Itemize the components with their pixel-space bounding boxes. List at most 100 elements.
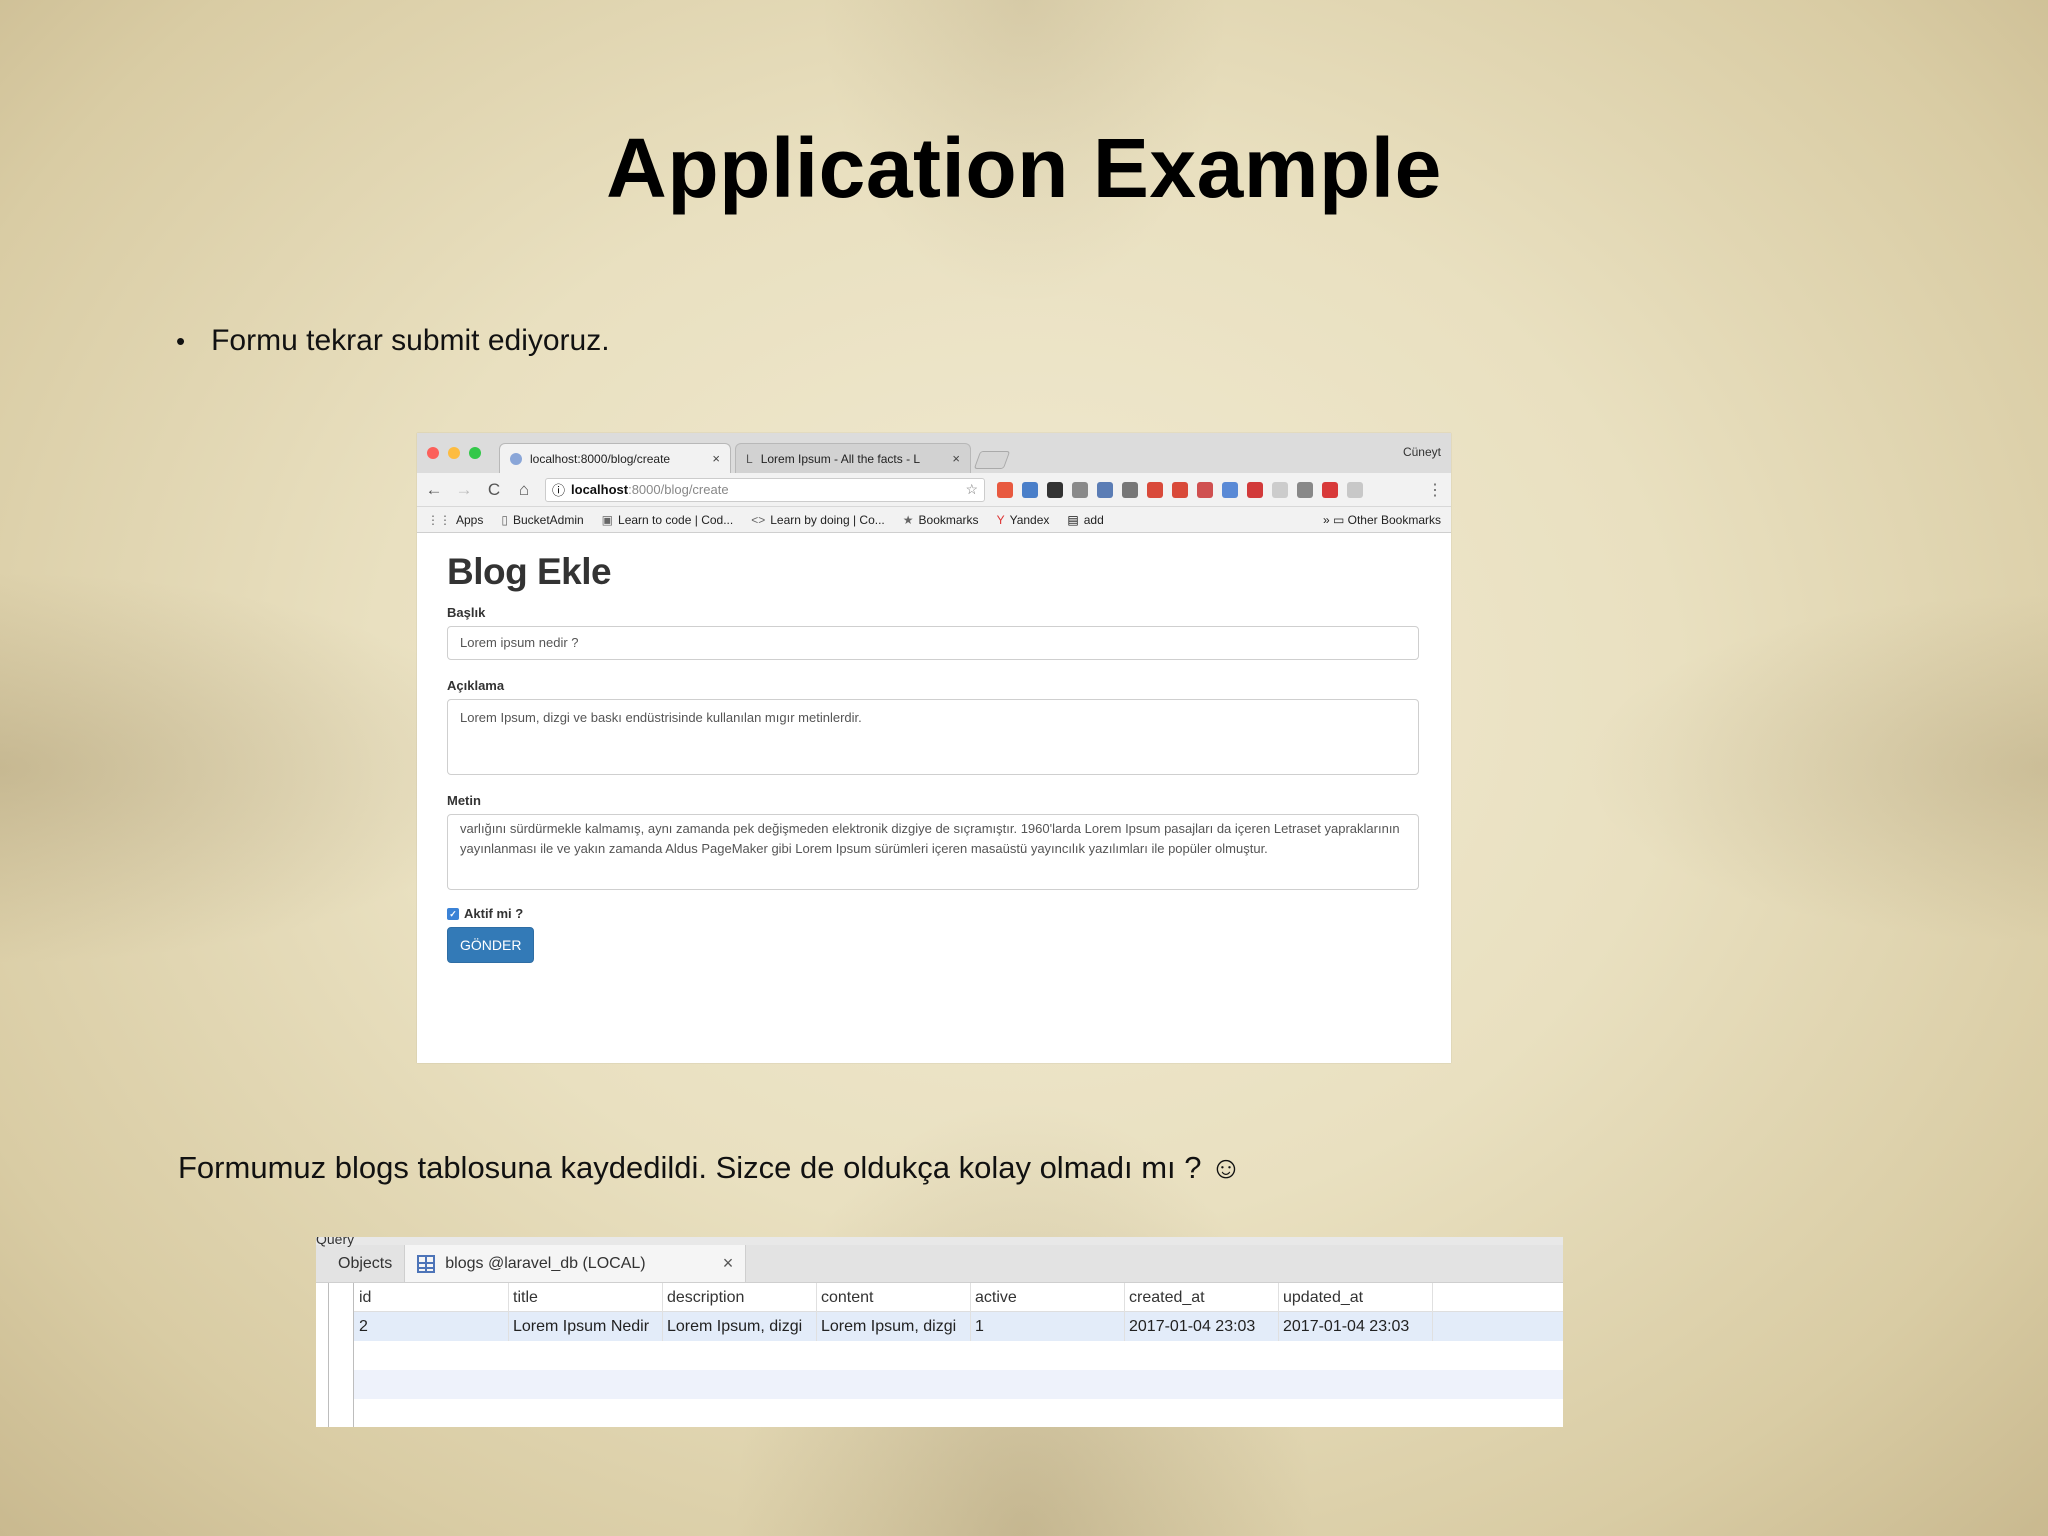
globe-icon — [510, 452, 522, 465]
column-header[interactable]: content — [817, 1282, 971, 1312]
bookmark-star-icon[interactable]: ☆ — [965, 481, 978, 498]
extension-icon[interactable] — [1147, 481, 1163, 498]
extension-icon[interactable] — [1347, 481, 1363, 498]
bookmark-label: Learn to code | Cod... — [618, 512, 734, 527]
close-tab-icon[interactable]: × — [952, 451, 960, 466]
title-input[interactable]: Lorem ipsum nedir ? — [447, 626, 1419, 660]
extension-icons — [997, 481, 1363, 498]
yandex-icon: Y — [996, 512, 1005, 527]
extension-icon[interactable] — [1247, 481, 1263, 498]
tab-lorem-ipsum[interactable]: L Lorem Ipsum - All the facts - L × — [735, 443, 971, 473]
column-header[interactable]: id — [355, 1282, 509, 1312]
submit-button[interactable]: GÖNDER — [447, 927, 535, 963]
codecademy-icon: ▣ — [601, 512, 614, 527]
table-row[interactable]: 2 Lorem Ipsum Nedir Lorem Ipsum, dizgi L… — [316, 1312, 1563, 1341]
browser-tabbar: localhost:8000/blog/create × L Lorem Ips… — [417, 433, 1451, 473]
active-label: Aktif mi ? — [464, 906, 524, 921]
bookmark-yandex[interactable]: Y Yandex — [997, 513, 1050, 527]
query-strip: Query — [316, 1237, 1563, 1247]
table-tab-label: blogs @laravel_db (LOCAL) — [445, 1254, 646, 1272]
extension-icon[interactable] — [1222, 481, 1238, 498]
extension-icon[interactable] — [1272, 481, 1288, 498]
database-window: Query Objects blogs @laravel_db (LOCAL) … — [316, 1237, 1563, 1427]
extension-icon[interactable] — [1322, 481, 1338, 498]
extension-icon[interactable] — [997, 481, 1013, 498]
tab-objects[interactable]: Objects — [326, 1245, 404, 1282]
table-icon — [417, 1254, 436, 1273]
bookmark-learn-by-doing[interactable]: <> Learn by doing | Co... — [751, 513, 885, 527]
grid-divider — [328, 1283, 329, 1427]
column-header[interactable]: created_at — [1125, 1282, 1279, 1312]
page-icon: ▯ — [501, 512, 508, 527]
other-bookmarks[interactable]: » ▭ Other Bookmarks — [1323, 513, 1441, 527]
lorem-favicon-icon: L — [746, 451, 753, 466]
extension-icon[interactable] — [1197, 481, 1213, 498]
address-bar[interactable]: ⓘ localhost:8000/blog/create ☆ — [545, 477, 985, 502]
back-arrow-icon[interactable]: ← — [425, 480, 443, 500]
new-tab-button[interactable] — [973, 451, 1011, 469]
image-icon: ▤ — [1067, 512, 1079, 527]
cell-id[interactable]: 2 — [355, 1312, 509, 1341]
extension-icon[interactable] — [1072, 481, 1088, 498]
slide-title: Application Example — [606, 121, 1442, 215]
browser-menu-icon[interactable]: ⋮ — [1427, 480, 1443, 500]
cell-updated-at[interactable]: 2017-01-04 23:03 — [1279, 1312, 1433, 1341]
bookmark-label: add — [1083, 512, 1104, 527]
forward-arrow-icon[interactable]: → — [455, 480, 473, 500]
grid-header-row: id title description content active crea… — [316, 1282, 1563, 1312]
info-icon[interactable]: ⓘ — [552, 480, 565, 499]
address-host: localhost — [571, 482, 629, 497]
extension-icon[interactable] — [1097, 481, 1113, 498]
tab-label: Lorem Ipsum - All the facts - L — [760, 451, 921, 466]
bookmark-apps[interactable]: ⋮⋮ Apps — [427, 513, 483, 527]
empty-row — [316, 1341, 1563, 1370]
bookmarks-bar: ⋮⋮ Apps ▯ BucketAdmin ▣ Learn to code | Cod… — [417, 507, 1451, 533]
cell-content[interactable]: Lorem Ipsum, dizgi — [817, 1312, 971, 1341]
tab-blogs-table[interactable]: blogs @laravel_db (LOCAL) × — [404, 1245, 747, 1282]
extension-icon[interactable] — [1047, 481, 1063, 498]
bookmark-bookmarks[interactable]: ★ Bookmarks — [903, 513, 979, 527]
column-header[interactable]: updated_at — [1279, 1282, 1433, 1312]
close-tab-icon[interactable]: × — [723, 1253, 734, 1274]
bullet-item: • Formu tekrar submit ediyoruz. — [176, 324, 610, 358]
description-textarea[interactable]: Lorem Ipsum, dizgi ve baskı endüstrisind… — [447, 699, 1419, 775]
db-tabbar: Objects blogs @laravel_db (LOCAL) × — [316, 1245, 1563, 1283]
cell-created-at[interactable]: 2017-01-04 23:03 — [1125, 1312, 1279, 1341]
bookmark-learn-to-code[interactable]: ▣ Learn to code | Cod... — [602, 513, 734, 527]
cell-active[interactable]: 1 — [971, 1312, 1125, 1341]
bookmark-add[interactable]: ▤ add — [1067, 513, 1103, 527]
bookmark-bucketadmin[interactable]: ▯ BucketAdmin — [501, 513, 583, 527]
content-textarea[interactable]: varlığını sürdürmekle kalmamış, aynı zam… — [447, 814, 1419, 890]
home-icon[interactable]: ⌂ — [515, 480, 533, 500]
active-checkbox[interactable]: ✓ — [447, 907, 459, 920]
maximize-window-icon[interactable] — [469, 447, 481, 459]
empty-row — [316, 1370, 1563, 1399]
query-label[interactable]: Query — [316, 1237, 354, 1247]
column-header[interactable]: active — [971, 1282, 1125, 1312]
content-label: Metin — [447, 793, 481, 808]
minimize-window-icon[interactable] — [448, 447, 460, 459]
bookmark-label: Apps — [456, 512, 484, 527]
cell-title[interactable]: Lorem Ipsum Nedir — [509, 1312, 663, 1341]
address-path: :8000/blog/create — [628, 482, 729, 497]
row-header-gutter — [316, 1283, 354, 1427]
star-icon: ★ — [902, 512, 914, 527]
bookmark-label: Learn by doing | Co... — [770, 512, 885, 527]
close-tab-icon[interactable]: × — [712, 451, 720, 466]
column-header[interactable]: title — [509, 1282, 663, 1312]
extension-icon[interactable] — [1122, 481, 1138, 498]
tab-blog-create[interactable]: localhost:8000/blog/create × — [499, 443, 731, 473]
bookmark-label: BucketAdmin — [512, 512, 584, 527]
profile-name[interactable]: Cüneyt — [1403, 445, 1441, 459]
cell-description[interactable]: Lorem Ipsum, dizgi — [663, 1312, 817, 1341]
extension-icon[interactable] — [1022, 481, 1038, 498]
column-header[interactable]: description — [663, 1282, 817, 1312]
reload-icon[interactable]: C — [485, 480, 503, 500]
close-window-icon[interactable] — [427, 447, 439, 459]
extension-icon[interactable] — [1297, 481, 1313, 498]
browser-window: localhost:8000/blog/create × L Lorem Ips… — [417, 433, 1451, 1063]
extension-icon[interactable] — [1172, 481, 1188, 498]
window-controls — [427, 447, 481, 459]
page-content: Blog Ekle Başlık Lorem ipsum nedir ? Açı… — [417, 533, 1451, 981]
data-grid: id title description content active crea… — [316, 1282, 1563, 1427]
